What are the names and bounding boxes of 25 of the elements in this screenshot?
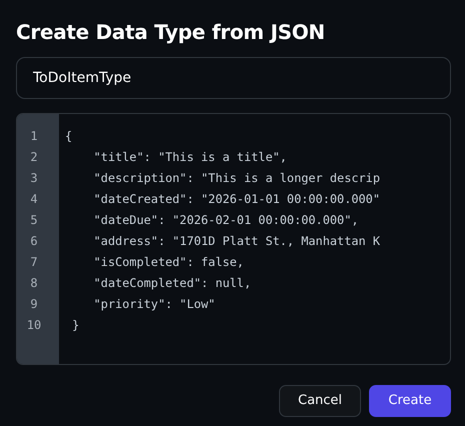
line-number: 4 (29, 191, 39, 208)
cancel-button[interactable]: Cancel (279, 385, 361, 417)
code-line: "title": "This is a title", (92, 149, 287, 166)
code-line: } (71, 317, 80, 334)
line-number: 8 (29, 275, 39, 292)
code-line: "isCompleted": false, (92, 254, 244, 271)
name-input-field[interactable]: ToDoItemType (16, 57, 451, 99)
line-number: 6 (29, 233, 39, 250)
code-line: "address": "1701D Platt St., Manhattan K (92, 233, 380, 250)
code-editor[interactable] (16, 113, 451, 365)
create-button[interactable]: Create (369, 385, 451, 417)
line-number: 10 (26, 317, 42, 334)
line-number: 3 (29, 170, 39, 187)
code-line: "priority": "Low" (92, 296, 216, 313)
line-number: 7 (29, 254, 39, 271)
line-number: 5 (29, 212, 39, 229)
line-number: 1 (29, 128, 39, 145)
dialog-title: Create Data Type from JSON (16, 19, 326, 46)
code-line: "dateCompleted": null, (92, 275, 252, 292)
line-number: 2 (29, 149, 39, 166)
code-line: "description": "This is a longer descrip (92, 170, 380, 187)
code-line: { (65, 128, 72, 145)
code-line: "dateDue": "2026-02-01 00:00:00.000", (92, 212, 359, 229)
code-line: "dateCreated": "2026-01-01 00:00:00.000" (92, 191, 380, 208)
line-number: 9 (29, 296, 39, 313)
